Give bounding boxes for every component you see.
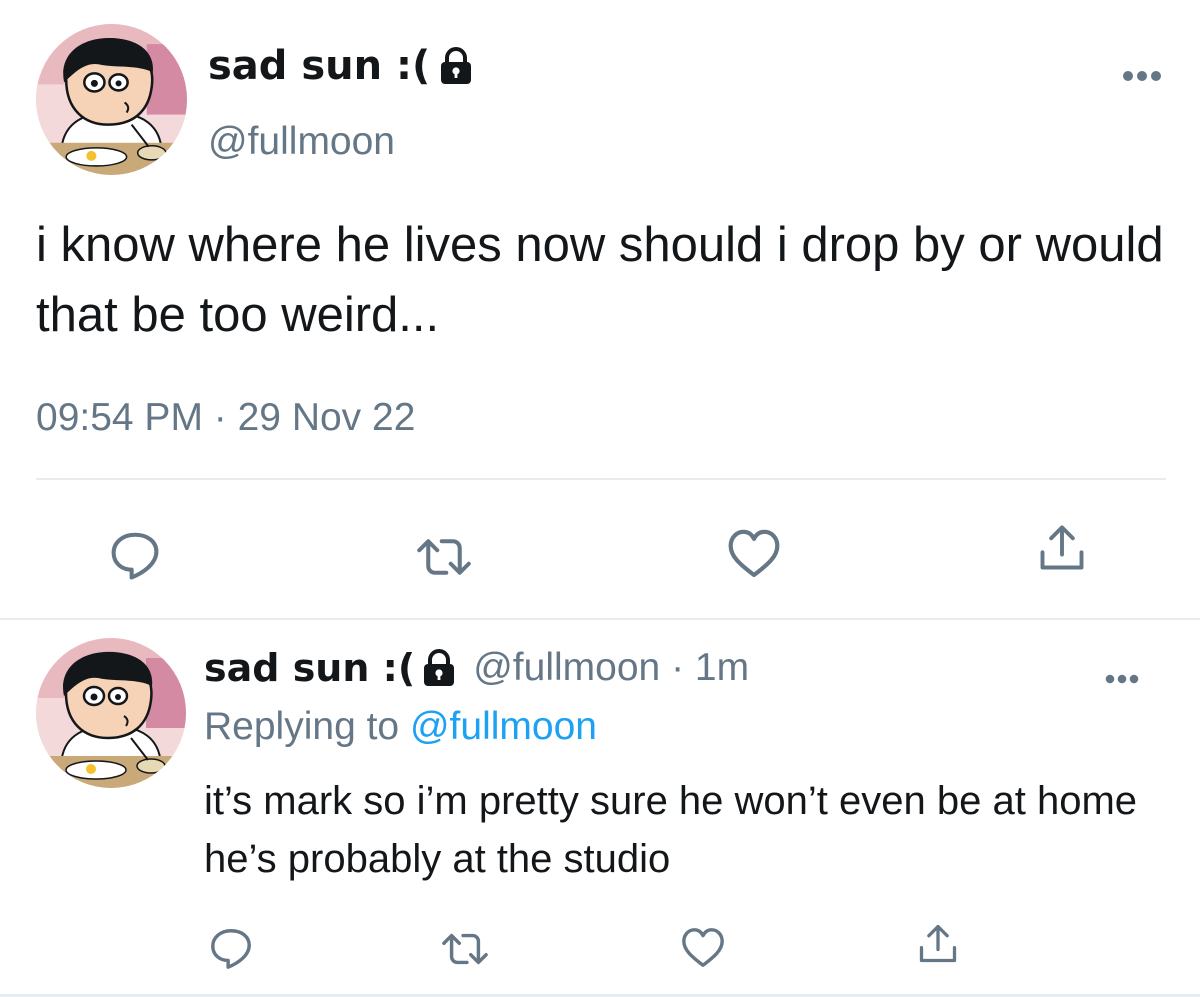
reply-header: sad sun :( @fullmoon · 1m (204, 640, 749, 696)
retweet-icon[interactable] (412, 530, 476, 584)
tweet-age: 1m (694, 646, 750, 689)
retweet-icon[interactable] (438, 926, 492, 972)
display-name[interactable]: sad sun :( (208, 40, 476, 92)
divider (36, 478, 1166, 480)
user-handle[interactable]: @fullmoon (473, 640, 660, 696)
replying-to: Replying to @fullmoon (204, 700, 597, 754)
replying-mention-link[interactable]: @fullmoon (410, 705, 597, 748)
display-name-text: sad sun :( (208, 43, 431, 89)
avatar[interactable] (36, 24, 187, 175)
lock-icon (436, 46, 476, 86)
reply-icon[interactable] (208, 925, 254, 971)
tweet-time: 09:54 PM (36, 396, 203, 439)
like-icon[interactable] (680, 925, 726, 971)
lock-icon (419, 648, 459, 688)
like-icon[interactable] (726, 526, 782, 582)
more-options-icon[interactable] (1122, 56, 1162, 91)
header-separator: · (660, 646, 695, 689)
tweet-date: 29 Nov 22 (237, 396, 416, 439)
reply-icon[interactable] (108, 528, 162, 582)
avatar[interactable] (36, 638, 186, 788)
user-handle[interactable]: @fullmoon (208, 117, 395, 167)
timestamp-separator: · (202, 396, 238, 439)
share-icon[interactable] (1036, 522, 1088, 574)
replying-label: Replying to (204, 705, 410, 748)
tweet-timestamp[interactable]: 09:54 PM · 29 Nov 22 (36, 392, 415, 444)
divider (0, 618, 1200, 620)
tweet-text: it’s mark so i’m pretty sure he won’t ev… (204, 779, 1138, 881)
tweet-text: i know where he lives now should i drop … (36, 218, 1164, 342)
display-name[interactable]: sad sun :( (204, 640, 415, 696)
more-options-icon[interactable] (1104, 658, 1140, 693)
share-icon[interactable] (916, 922, 960, 966)
